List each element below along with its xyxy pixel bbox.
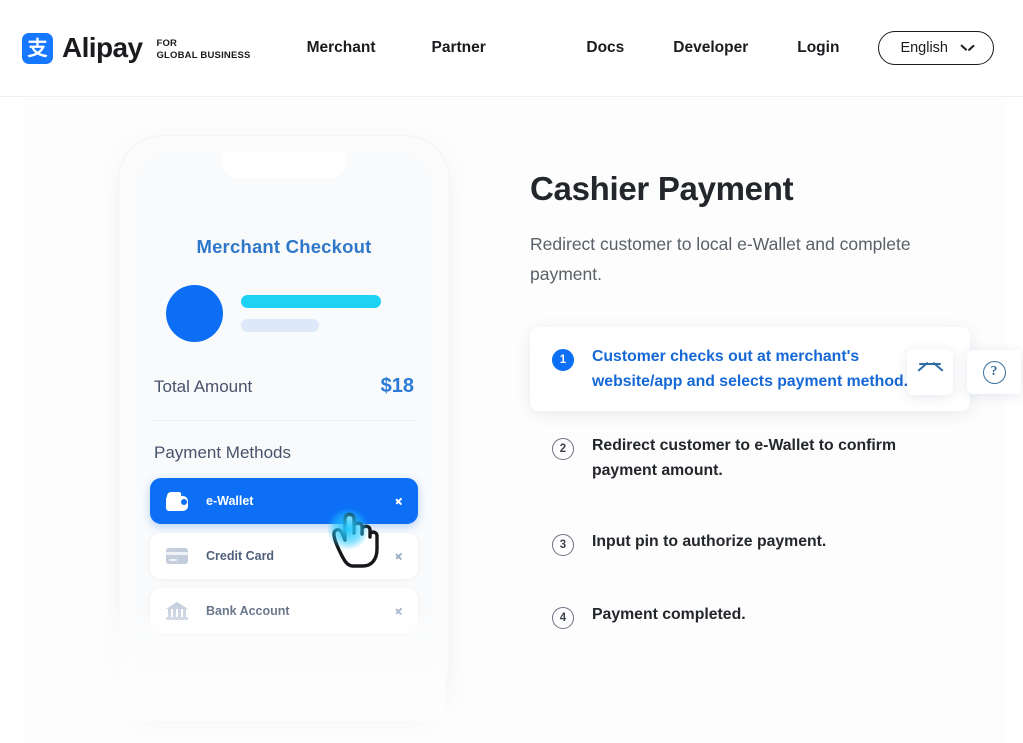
nav-item-developer[interactable]: Developer bbox=[673, 39, 748, 57]
step-number: 2 bbox=[552, 438, 574, 460]
merchant-placeholder-bars bbox=[241, 295, 381, 332]
alipay-logo-icon: 支 bbox=[22, 32, 53, 64]
step-text: Customer checks out at merchant's websit… bbox=[592, 348, 909, 390]
total-amount-label: Total Amount bbox=[154, 377, 253, 396]
nav-item-docs[interactable]: Docs bbox=[586, 39, 624, 57]
payment-method-bank-account[interactable]: Bank Account bbox=[150, 588, 418, 634]
total-amount-row: Total Amount $18 bbox=[150, 375, 418, 421]
step-item-4[interactable]: 4 Payment completed. bbox=[530, 585, 990, 646]
nav-item-login[interactable]: Login bbox=[797, 39, 839, 57]
nav-item-partner[interactable]: Partner bbox=[431, 39, 485, 57]
total-amount-value: $18 bbox=[380, 375, 414, 397]
page-title: Cashier Payment bbox=[530, 170, 794, 207]
site-header: 支 Alipay FOR GLOBAL BUSINESS Merchant Pa… bbox=[0, 0, 1023, 97]
payment-method-label: Bank Account bbox=[206, 604, 290, 618]
step-item-1[interactable]: 1 Customer checks out at merchant's webs… bbox=[530, 327, 970, 411]
page-root: 支 Alipay FOR GLOBAL BUSINESS Merchant Pa… bbox=[0, 0, 1023, 743]
chevron-right-icon bbox=[396, 496, 403, 507]
chevron-right-icon bbox=[396, 606, 403, 617]
page-subtitle: Redirect customer to local e-Wallet and … bbox=[530, 234, 911, 284]
step-text: Payment completed. bbox=[592, 606, 746, 623]
payment-method-label: e-Wallet bbox=[206, 494, 254, 508]
question-mark-icon: ? bbox=[982, 360, 1006, 384]
step-text: Redirect customer to e-Wallet to confirm… bbox=[592, 437, 896, 479]
payment-methods-list: e-Wallet Credit Card Bank Account bbox=[150, 478, 418, 634]
language-selector-label: English bbox=[900, 40, 948, 56]
merchant-info-row bbox=[150, 285, 418, 342]
brand-tagline-line1: FOR bbox=[156, 37, 178, 49]
step-item-2[interactable]: 2 Redirect customer to e-Wallet to confi… bbox=[530, 416, 990, 500]
merchant-avatar bbox=[166, 285, 223, 342]
nav-item-merchant[interactable]: Merchant bbox=[307, 39, 376, 57]
chevron-right-icon bbox=[396, 551, 403, 562]
primary-nav: Merchant Partner bbox=[307, 39, 486, 57]
secondary-nav: Docs Developer Login English bbox=[586, 31, 994, 65]
chevron-down-icon bbox=[961, 44, 974, 52]
merchant-checkout-title: Merchant Checkout bbox=[196, 236, 372, 257]
step-item-3[interactable]: 3 Input pin to authorize payment. bbox=[530, 512, 990, 573]
merchant-name-placeholder bbox=[241, 295, 381, 308]
language-selector[interactable]: English bbox=[878, 31, 994, 65]
phone-screen: Merchant Checkout Total Amount $18 Payme… bbox=[135, 152, 433, 712]
brand-wordmark: Alipay bbox=[62, 32, 143, 63]
brand-tagline-line2: GLOBAL BUSINESS bbox=[156, 49, 251, 61]
page-canvas: Merchant Checkout Total Amount $18 Payme… bbox=[24, 98, 1006, 743]
alipay-logo-glyph: 支 bbox=[27, 36, 48, 60]
main-content: Cashier Payment Redirect customer to loc… bbox=[530, 170, 990, 646]
help-button[interactable]: ? bbox=[967, 350, 1021, 394]
step-number: 3 bbox=[552, 534, 574, 556]
wallet-icon bbox=[166, 491, 189, 511]
step-text: Input pin to authorize payment. bbox=[592, 533, 827, 550]
merchant-detail-placeholder bbox=[241, 319, 319, 332]
payment-method-label: Credit Card bbox=[206, 549, 275, 563]
brand-tagline: FOR GLOBAL BUSINESS bbox=[156, 38, 250, 62]
payment-methods-title: Payment Methods bbox=[154, 443, 292, 462]
bank-icon bbox=[166, 602, 189, 620]
phone-mockup: Merchant Checkout Total Amount $18 Payme… bbox=[96, 136, 449, 721]
step-number: 4 bbox=[552, 607, 574, 629]
step-number: 1 bbox=[552, 349, 574, 371]
credit-card-icon bbox=[166, 547, 189, 565]
payment-method-credit-card[interactable]: Credit Card bbox=[150, 533, 418, 579]
payment-method-e-wallet[interactable]: e-Wallet bbox=[150, 478, 418, 524]
brand-logo[interactable]: 支 Alipay FOR GLOBAL BUSINESS bbox=[22, 32, 251, 64]
back-to-top-button[interactable] bbox=[907, 349, 953, 395]
scroll-to-top-icon bbox=[916, 361, 944, 382]
